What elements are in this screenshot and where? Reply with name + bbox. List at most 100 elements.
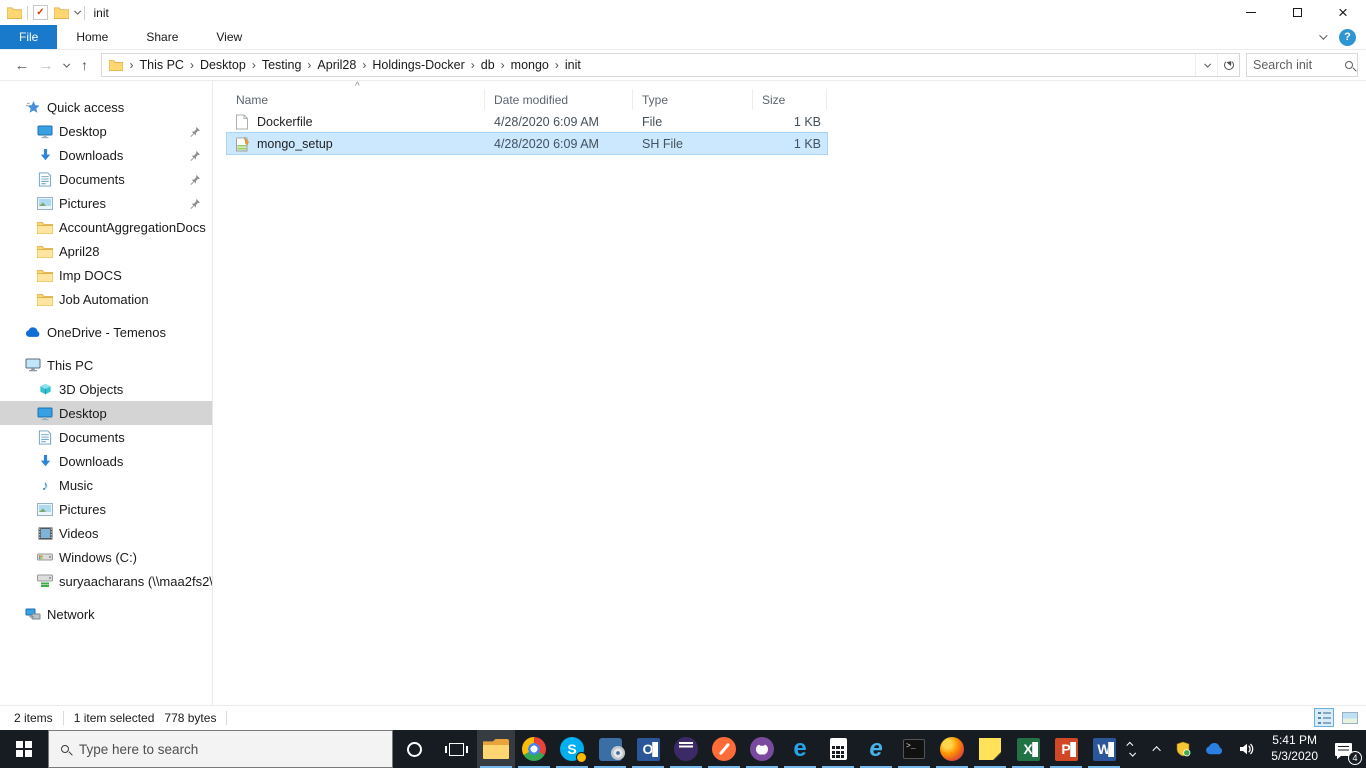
sidebar-item-quick-access[interactable]: Quick access — [0, 95, 212, 119]
sidebar-item-downloads[interactable]: Downloads — [0, 143, 212, 167]
internet-explorer-icon: e — [869, 735, 883, 762]
cortana-button[interactable] — [393, 730, 435, 768]
sidebar-item-label: Music — [59, 477, 93, 493]
minimize-button[interactable] — [1228, 0, 1274, 25]
sidebar-item-network[interactable]: Network — [0, 602, 212, 626]
security-shield-tray-icon[interactable] — [1168, 730, 1198, 768]
breadcrumb-desktop[interactable]: Desktop — [195, 58, 251, 72]
taskbar-app-eclipse[interactable] — [667, 730, 705, 768]
up-button[interactable]: ↑ — [73, 57, 97, 73]
breadcrumb-db[interactable]: db — [476, 58, 500, 72]
refresh-button[interactable] — [1217, 54, 1239, 76]
taskbar-app-word[interactable]: W — [1085, 730, 1123, 768]
column-header-type[interactable]: Type — [633, 89, 753, 110]
breadcrumb-init[interactable]: init — [560, 58, 586, 72]
file-row-dockerfile[interactable]: Dockerfile 4/28/2020 6:09 AM File 1 KB — [227, 111, 827, 132]
task-view-icon — [444, 742, 468, 756]
close-button[interactable]: × — [1320, 0, 1366, 25]
breadcrumb-april28[interactable]: April28 — [312, 58, 361, 72]
ribbon-collapse-icon[interactable] — [1319, 31, 1328, 40]
sidebar-item-accountaggregationdocs[interactable]: AccountAggregationDocs — [0, 215, 212, 239]
taskbar-app-firefox[interactable] — [933, 730, 971, 768]
taskbar-app-excel[interactable]: X — [1009, 730, 1047, 768]
start-button[interactable] — [0, 730, 48, 768]
taskbar-app-internet-explorer[interactable]: e — [857, 730, 895, 768]
recent-locations-dropdown-icon[interactable] — [63, 60, 70, 67]
address-history-dropdown[interactable] — [1195, 54, 1217, 76]
column-header-name[interactable]: Name — [227, 89, 485, 110]
scroll-up-icon[interactable] — [1126, 742, 1134, 749]
column-header-date-modified[interactable]: Date modified — [485, 89, 633, 110]
sidebar-item-this-pc-documents[interactable]: Documents — [0, 425, 212, 449]
breadcrumb-mongo[interactable]: mongo — [506, 58, 554, 72]
item-count: 2 items — [14, 711, 53, 725]
new-folder-button[interactable] — [53, 5, 69, 21]
back-button[interactable]: ← — [10, 57, 34, 74]
task-view-button[interactable] — [435, 730, 477, 768]
properties-button[interactable]: ✓ — [33, 5, 48, 20]
sidebar-item-this-pc-desktop[interactable]: Desktop — [0, 401, 212, 425]
address-bar[interactable]: › This PC › Desktop › Testing › April28 … — [100, 53, 1240, 77]
search-input[interactable] — [1253, 58, 1345, 72]
file-row-mongo-setup[interactable]: mongo_setup 4/28/2020 6:09 AM SH File 1 … — [226, 132, 828, 155]
taskbar-app-calculator[interactable] — [819, 730, 857, 768]
sidebar-item-april28[interactable]: April28 — [0, 239, 212, 263]
taskbar-app-disc-utility[interactable] — [591, 730, 629, 768]
sidebar-item-3d-objects[interactable]: 3D Objects — [0, 377, 212, 401]
taskbar-app-file-explorer[interactable] — [477, 730, 515, 768]
taskbar-app-github-desktop[interactable] — [743, 730, 781, 768]
notification-count-badge: 4 — [1348, 751, 1362, 765]
taskbar-app-postman[interactable] — [705, 730, 743, 768]
taskbar-clock[interactable]: 5:41 PM 5/3/2020 — [1262, 733, 1327, 764]
help-icon[interactable]: ? — [1339, 28, 1356, 46]
sidebar-item-videos[interactable]: Videos — [0, 521, 212, 545]
eclipse-icon — [674, 737, 698, 761]
sidebar-item-this-pc[interactable]: This PC — [0, 353, 212, 377]
scroll-down-icon[interactable] — [1129, 749, 1137, 756]
taskbar-app-outlook[interactable]: O — [629, 730, 667, 768]
taskbar-app-skype[interactable]: S — [553, 730, 591, 768]
selection-size: 778 bytes — [164, 711, 217, 725]
sidebar-item-network-drive[interactable]: suryaacharans (\\maa2fs2\hor — [0, 569, 212, 593]
taskbar-app-powerpoint[interactable]: P — [1047, 730, 1085, 768]
taskbar-search-box[interactable] — [48, 730, 393, 768]
tab-home[interactable]: Home — [57, 25, 127, 49]
taskbar-search-input[interactable] — [79, 741, 392, 757]
taskbar-app-chrome[interactable] — [515, 730, 553, 768]
taskbar-scroll-buttons[interactable] — [1123, 730, 1140, 768]
sidebar-item-job-automation[interactable]: Job Automation — [0, 287, 212, 311]
forward-button[interactable]: → — [34, 57, 58, 74]
breadcrumb-holdings-docker[interactable]: Holdings-Docker — [367, 58, 469, 72]
firefox-icon — [940, 737, 964, 761]
sidebar-item-music[interactable]: ♪ Music — [0, 473, 212, 497]
breadcrumb-this-pc[interactable]: This PC — [135, 58, 189, 72]
show-hidden-icons-button[interactable] — [1148, 730, 1168, 768]
onedrive-tray-icon[interactable] — [1198, 730, 1231, 768]
sidebar-item-this-pc-downloads[interactable]: Downloads — [0, 449, 212, 473]
sidebar-item-imp-docs[interactable]: Imp DOCS — [0, 263, 212, 287]
sidebar-item-windows-c[interactable]: Windows (C:) — [0, 545, 212, 569]
sidebar-item-desktop[interactable]: Desktop — [0, 119, 212, 143]
column-header-size[interactable]: Size — [753, 89, 827, 110]
qat-customize-dropdown[interactable] — [74, 7, 81, 15]
explorer-search-box[interactable] — [1246, 53, 1358, 77]
details-view-toggle[interactable] — [1314, 708, 1334, 727]
taskbar-app-edge[interactable]: e — [781, 730, 819, 768]
sidebar-item-pictures[interactable]: Pictures — [0, 191, 212, 215]
breadcrumb-testing[interactable]: Testing — [257, 58, 307, 72]
disc-utility-icon — [598, 737, 625, 761]
action-center-button[interactable]: 4 — [1327, 730, 1366, 768]
sidebar-item-onedrive[interactable]: OneDrive - Temenos — [0, 320, 212, 344]
taskbar-app-sticky-notes[interactable] — [971, 730, 1009, 768]
large-icons-view-toggle[interactable] — [1340, 708, 1360, 727]
sidebar-item-documents[interactable]: Documents — [0, 167, 212, 191]
volume-tray-icon[interactable] — [1231, 730, 1262, 768]
tab-share[interactable]: Share — [127, 25, 197, 49]
taskbar-app-command-prompt[interactable]: >_ — [895, 730, 933, 768]
sidebar-item-this-pc-pictures[interactable]: Pictures — [0, 497, 212, 521]
file-type: SH File — [642, 136, 683, 151]
restore-button[interactable] — [1274, 0, 1320, 25]
tab-view[interactable]: View — [197, 25, 261, 49]
tab-file[interactable]: File — [0, 25, 58, 49]
navigation-pane: Quick access Desktop Downloads Documents — [0, 81, 213, 705]
